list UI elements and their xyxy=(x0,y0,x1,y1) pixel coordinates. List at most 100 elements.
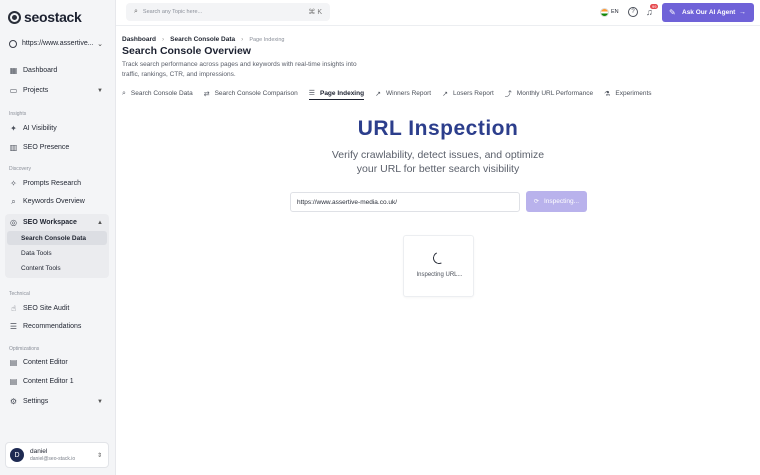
section-label-insights: Insights xyxy=(9,111,27,117)
globe-icon xyxy=(9,39,17,48)
chevron-up-icon: ▲ xyxy=(97,219,103,226)
sidebar-item-label: SEO Presence xyxy=(23,144,70,151)
thumbs-up-icon: ☝ xyxy=(11,304,16,313)
tab-losers-report[interactable]: ↗ Losers Report xyxy=(442,87,494,100)
india-flag-icon[interactable] xyxy=(600,8,609,17)
chevron-right-icon: › xyxy=(241,36,244,43)
sidebar-item-seo-workspace[interactable]: ◎ SEO Workspace ▲ xyxy=(5,214,109,231)
sidebar-item-label: Recommendations xyxy=(23,323,82,330)
search-icon: ⌕ xyxy=(134,8,138,15)
user-info: daniel daniel@seo-stack.io xyxy=(30,448,75,462)
list-icon: ☰ xyxy=(308,90,315,97)
sparkle-icon: ✦ xyxy=(10,124,17,133)
top-bar: ⌕ Search any Topic here... ⌘ K EN ? ♫ 99… xyxy=(116,0,760,26)
sidebar-subitem-label: Content Tools xyxy=(21,264,61,272)
inspection-status-text: Inspecting URL... xyxy=(416,272,463,278)
chevron-right-icon: › xyxy=(161,36,165,43)
sidebar-item-label: SEO Workspace xyxy=(23,219,77,226)
tab-label: Experiments xyxy=(615,90,652,97)
search-placeholder: Search any Topic here... xyxy=(142,9,203,15)
tab-search-console-data[interactable]: ⌕ Search Console Data xyxy=(122,87,193,100)
avatar: D xyxy=(10,448,24,462)
loading-spinner-icon xyxy=(431,250,447,266)
tab-monthly-url-performance[interactable]: ⤴ Monthly URL Performance xyxy=(505,87,593,100)
inspect-button[interactable]: ⟳ Inspecting... xyxy=(526,191,587,212)
document-icon: ▤ xyxy=(9,377,18,386)
logo-mark-icon xyxy=(8,10,21,24)
breadcrumb-item[interactable]: Search Console Data xyxy=(170,36,235,43)
chart-icon: ▥ xyxy=(9,143,18,152)
sidebar-item-content-editor[interactable]: ▤ Content Editor xyxy=(5,354,109,371)
tab-label: Monthly URL Performance xyxy=(516,90,594,97)
user-menu[interactable]: D daniel daniel@seo-stack.io ⇕ xyxy=(5,442,109,468)
breadcrumb-item[interactable]: Dashboard xyxy=(122,36,156,43)
search-shortcut: ⌘ K xyxy=(308,9,322,16)
ask-ai-agent-button[interactable]: ✎ Ask Our AI Agent → xyxy=(662,3,754,22)
sidebar-item-label: AI Visibility xyxy=(23,125,57,132)
sidebar-subitem-label: Search Console Data xyxy=(21,234,87,242)
url-inspection-subtitle: Verify crawlability, detect issues, and … xyxy=(331,149,545,175)
tab-label: Search Console Comparison xyxy=(214,90,298,97)
url-input[interactable] xyxy=(290,192,520,212)
sidebar-item-keywords-overview[interactable]: ⌕ Keywords Overview xyxy=(5,193,109,210)
tab-label: Page Indexing xyxy=(319,89,365,97)
dashboard-icon: ▦ xyxy=(9,66,18,75)
sidebar-item-settings[interactable]: ⚙ Settings ▼ xyxy=(5,393,109,410)
sidebar-subitem-label: Data Tools xyxy=(21,249,52,257)
url-inspection-title: URL Inspection xyxy=(357,117,519,140)
inspection-status-card: Inspecting URL... xyxy=(403,235,474,297)
sidebar-subitem-data-tools[interactable]: Data Tools xyxy=(7,246,107,260)
search-icon: ⌕ xyxy=(11,196,16,206)
site-selector-value: https://www.assertive... xyxy=(22,40,94,47)
tab-label: Search Console Data xyxy=(130,90,193,97)
chart-line-icon: ⤴ xyxy=(504,90,512,98)
sidebar-item-dashboard[interactable]: ▦ Dashboard xyxy=(5,62,109,79)
logo[interactable]: seostack xyxy=(8,9,82,25)
breadcrumb-current: Page Indexing xyxy=(249,36,285,43)
trend-up-icon: ↗ xyxy=(375,90,381,98)
ask-ai-agent-label: Ask Our AI Agent xyxy=(682,9,736,16)
compare-icon: ⇄ xyxy=(203,90,210,98)
language-selector[interactable]: EN xyxy=(611,9,619,15)
section-label-technical: Technical xyxy=(9,291,30,297)
help-chat-icon[interactable]: ? xyxy=(628,7,638,17)
page-description: Track search performance across pages an… xyxy=(122,61,357,78)
sidebar-item-projects[interactable]: ▭ Projects ▼ xyxy=(5,82,109,99)
tab-experiments[interactable]: ⚗ Experiments xyxy=(604,87,651,100)
sidebar-item-recommendations[interactable]: ☰ Recommendations xyxy=(5,318,109,335)
trend-icon: ↗ xyxy=(442,90,448,98)
list-icon: ☰ xyxy=(9,322,18,331)
sidebar-item-seo-site-audit[interactable]: ☝ SEO Site Audit xyxy=(5,300,109,317)
sidebar-item-label: Prompts Research xyxy=(23,180,81,187)
spinner-icon: ⟳ xyxy=(533,199,539,205)
tab-search-console-comparison[interactable]: ⇄ Search Console Comparison xyxy=(204,87,298,100)
user-name: daniel xyxy=(30,448,48,455)
sidebar-item-prompts-research[interactable]: ✧ Prompts Research xyxy=(5,175,109,192)
section-label-discovery: Discovery xyxy=(9,166,31,172)
global-search[interactable]: ⌕ Search any Topic here... ⌘ K xyxy=(126,3,330,21)
chevron-down-icon: ⌄ xyxy=(97,40,103,48)
arrow-right-icon: → xyxy=(739,9,746,16)
page-title: Search Console Overview xyxy=(122,45,251,57)
sidebar-subitem-content-tools[interactable]: Content Tools xyxy=(7,261,107,275)
sidebar-item-seo-presence[interactable]: ▥ SEO Presence xyxy=(5,139,109,156)
tab-winners-report[interactable]: ↗ Winners Report xyxy=(375,87,431,100)
tab-page-indexing[interactable]: ☰ Page Indexing xyxy=(308,87,365,100)
sidebar-item-label: Keywords Overview xyxy=(23,198,85,205)
sidebar-subitem-search-console-data[interactable]: Search Console Data xyxy=(7,231,107,245)
sidebar-item-label: Dashboard xyxy=(23,67,58,74)
logo-text: seostack xyxy=(24,9,82,25)
tab-bar: ⌕ Search Console Data ⇄ Search Console C… xyxy=(122,87,663,100)
sidebar-item-ai-visibility[interactable]: ✦ AI Visibility xyxy=(5,120,109,137)
notification-badge: 99 xyxy=(650,4,659,9)
inspect-button-label: Inspecting... xyxy=(543,198,580,205)
sidebar-item-label: Content Editor xyxy=(23,359,68,366)
gear-icon: ⚙ xyxy=(9,397,18,406)
globe-icon: ◎ xyxy=(10,218,17,227)
sidebar-item-content-editor-1[interactable]: ▤ Content Editor 1 xyxy=(5,373,109,390)
chevron-down-icon: ▼ xyxy=(97,398,103,405)
site-selector[interactable]: https://www.assertive... ⌄ xyxy=(5,35,109,52)
breadcrumb: Dashboard › Search Console Data › Page I… xyxy=(122,36,285,43)
sidebar-item-label: SEO Site Audit xyxy=(23,305,70,312)
search-icon: ⌕ xyxy=(122,89,126,97)
